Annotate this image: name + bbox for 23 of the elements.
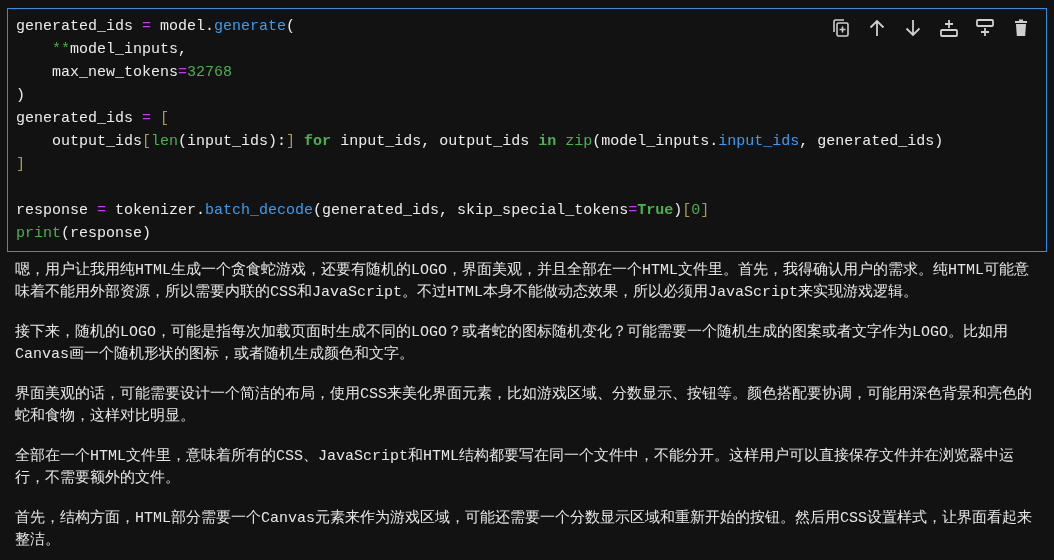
output-paragraph: 界面美观的话，可能需要设计一个简洁的布局，使用CSS来美化界面元素，比如游戏区域、分数显示、按钮等。颜色搭配要协调，可能用深色背景和亮色的蛇和食物，这样对比明显。	[15, 384, 1033, 427]
insert-above-button[interactable]	[938, 17, 960, 39]
arrow-up-icon	[867, 18, 887, 38]
code-line: print(response)	[16, 224, 152, 244]
insert-below-icon	[975, 18, 995, 38]
code-line: generated_ids = [	[16, 109, 170, 129]
output-paragraph: 首先，结构方面，HTML部分需要一个Canvas元素来作为游戏区域，可能还需要一个分数显示区域和重新开始的按钮。然后用CSS设置样式，让界面看起来整洁。	[15, 508, 1034, 551]
code-line: )	[16, 86, 25, 106]
code-line: generated_ids = model.generate(	[16, 17, 296, 37]
code-line: **model_inputs,	[51, 40, 188, 60]
output-paragraph: 接下来，随机的LOGO，可能是指每次加载页面时生成不同的LOGO？或者蛇的图标随机变化？可能需要一个随机生成的图案或者文字作为LOGO。比如用Canvas画一个随机形状的图标，或者随机生成颜色和文字。	[15, 322, 1010, 365]
copy-button[interactable]	[830, 17, 852, 39]
arrow-down-icon	[903, 18, 923, 38]
code-cell[interactable]	[7, 8, 1047, 252]
code-line: output_ids[len(input_ids):] for input_ids, output_ids in zip(model_inputs.input_ids, generated_ids)	[51, 132, 944, 152]
code-line: max_new_tokens=32768	[51, 63, 233, 83]
insert-below-button[interactable]	[974, 17, 996, 39]
copy-icon	[831, 18, 851, 38]
insert-above-icon	[939, 18, 959, 38]
code-line: response = tokenizer.batch_decode(generated_ids, skip_special_tokens=True)[0]	[16, 201, 710, 221]
output-paragraph: 嗯，用户让我用纯HTML生成一个贪食蛇游戏，还要有随机的LOGO，界面美观，并且全部在一个HTML文件里。首先，我得确认用户的需求。纯HTML可能意味着不能用外部资源，所以需要内联的CSS和JavaScript。不过HTML本身不能做动态效果，所以必须用JavaScript来实现游戏逻辑。	[15, 260, 1031, 303]
code-line: ]	[16, 155, 25, 175]
output-paragraph: 全部在一个HTML文件里，意味着所有的CSS、JavaScript和HTML结构都要写在同一个文件中，不能分开。这样用户可以直接保存文件并在浏览器中运行，不需要额外的文件。	[15, 446, 1016, 489]
